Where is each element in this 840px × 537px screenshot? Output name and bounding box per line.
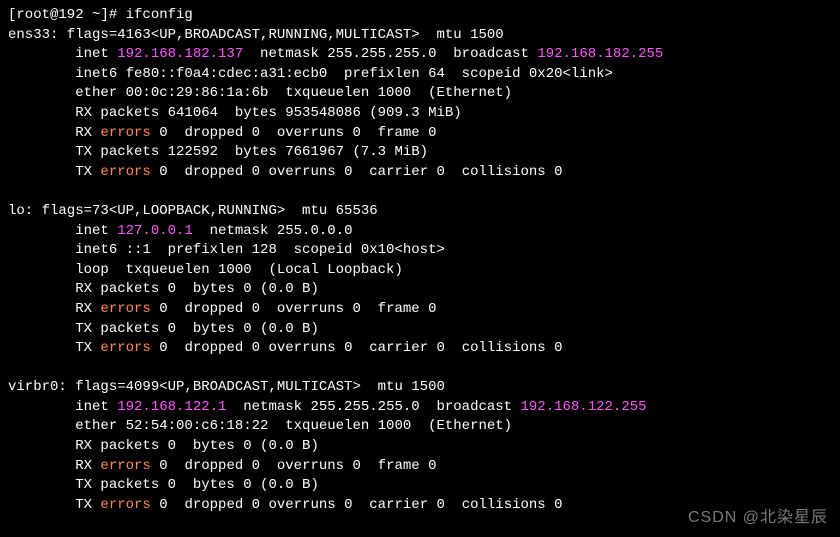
lo-loop: loop txqueuelen 1000 (Local Loopback) xyxy=(8,261,832,281)
virbr0-broadcast: 192.168.122.255 xyxy=(521,399,647,415)
ens33-ether: ether 00:0c:29:86:1a:6b txqueuelen 1000 … xyxy=(8,84,832,104)
command-text: ifconfig xyxy=(126,7,193,23)
ens33-header: ens33: flags=4163<UP,BROADCAST,RUNNING,M… xyxy=(8,26,832,46)
errors-label: errors xyxy=(100,125,150,141)
lo-tx-packets: TX packets 0 bytes 0 (0.0 B) xyxy=(8,320,832,340)
ens33-broadcast: 192.168.182.255 xyxy=(537,46,663,62)
blank-line xyxy=(8,182,832,202)
ens33-inet: inet 192.168.182.137 netmask 255.255.255… xyxy=(8,45,832,65)
virbr0-rx-packets: RX packets 0 bytes 0 (0.0 B) xyxy=(8,437,832,457)
virbr0-inet: inet 192.168.122.1 netmask 255.255.255.0… xyxy=(8,398,832,418)
lo-rx-packets: RX packets 0 bytes 0 (0.0 B) xyxy=(8,280,832,300)
ens33-ip: 192.168.182.137 xyxy=(117,46,243,62)
ens33-rx-errors: RX errors 0 dropped 0 overruns 0 frame 0 xyxy=(8,124,832,144)
ens33-tx-errors: TX errors 0 dropped 0 overruns 0 carrier… xyxy=(8,163,832,183)
ens33-rx-packets: RX packets 641064 bytes 953548086 (909.3… xyxy=(8,104,832,124)
terminal-output: [root@192 ~]# ifconfig ens33: flags=4163… xyxy=(8,6,832,515)
lo-inet: inet 127.0.0.1 netmask 255.0.0.0 xyxy=(8,222,832,242)
virbr0-rx-errors: RX errors 0 dropped 0 overruns 0 frame 0 xyxy=(8,457,832,477)
errors-label: errors xyxy=(100,301,150,317)
lo-ip: 127.0.0.1 xyxy=(117,223,193,239)
ens33-tx-packets: TX packets 122592 bytes 7661967 (7.3 MiB… xyxy=(8,143,832,163)
ens33-inet6: inet6 fe80::f0a4:cdec:a31:ecb0 prefixlen… xyxy=(8,65,832,85)
errors-label: errors xyxy=(100,458,150,474)
virbr0-header: virbr0: flags=4099<UP,BROADCAST,MULTICAS… xyxy=(8,378,832,398)
errors-label: errors xyxy=(100,340,150,356)
lo-rx-errors: RX errors 0 dropped 0 overruns 0 frame 0 xyxy=(8,300,832,320)
errors-label: errors xyxy=(100,497,150,513)
lo-inet6: inet6 ::1 prefixlen 128 scopeid 0x10<hos… xyxy=(8,241,832,261)
blank-line xyxy=(8,359,832,379)
lo-tx-errors: TX errors 0 dropped 0 overruns 0 carrier… xyxy=(8,339,832,359)
virbr0-ether: ether 52:54:00:c6:18:22 txqueuelen 1000 … xyxy=(8,417,832,437)
virbr0-ip: 192.168.122.1 xyxy=(117,399,226,415)
virbr0-tx-packets: TX packets 0 bytes 0 (0.0 B) xyxy=(8,476,832,496)
shell-prompt-line[interactable]: [root@192 ~]# ifconfig xyxy=(8,6,832,26)
lo-header: lo: flags=73<UP,LOOPBACK,RUNNING> mtu 65… xyxy=(8,202,832,222)
shell-prompt: [root@192 ~]# xyxy=(8,7,126,23)
errors-label: errors xyxy=(100,164,150,180)
virbr0-tx-errors: TX errors 0 dropped 0 overruns 0 carrier… xyxy=(8,496,832,516)
